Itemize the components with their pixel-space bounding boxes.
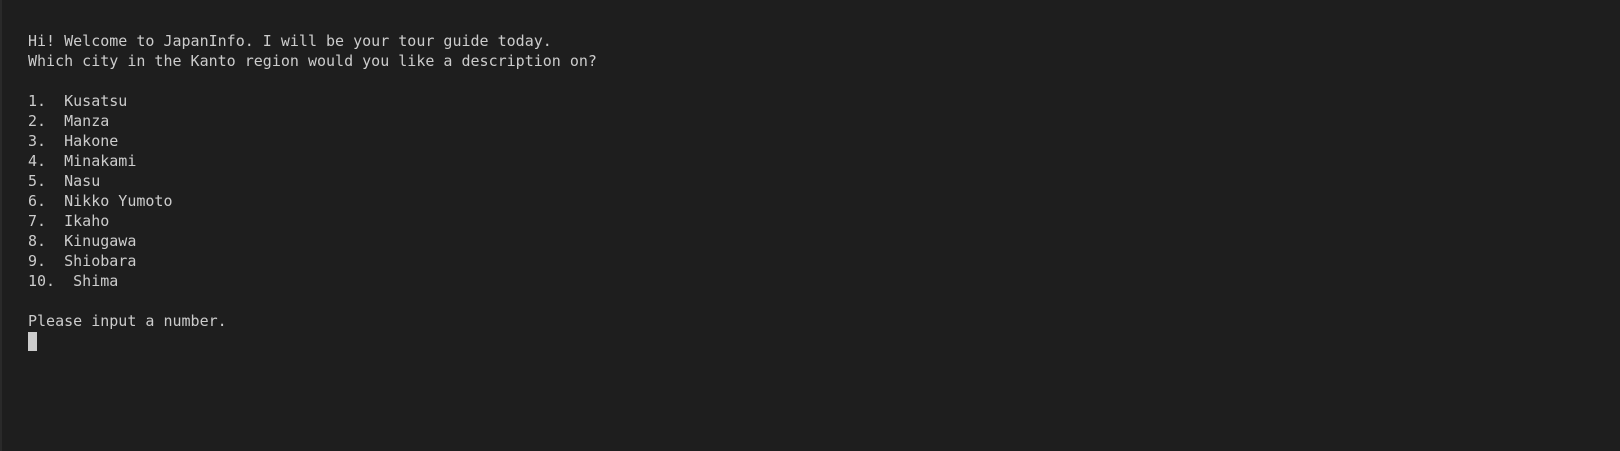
terminal-left-edge (0, 0, 2, 451)
text-cursor[interactable] (28, 332, 37, 351)
menu-item: 5. Nasu (28, 171, 1620, 191)
menu-item-city: Nasu (64, 172, 101, 190)
menu-item: 4. Minakami (28, 151, 1620, 171)
menu-item-separator (46, 132, 64, 150)
menu-item: 10. Shima (28, 271, 1620, 291)
menu-item-number: 10. (28, 272, 56, 290)
menu-item-number: 9. (28, 252, 47, 270)
menu-item-number: 5. (28, 172, 47, 190)
menu-item: 2. Manza (28, 111, 1620, 131)
menu-item-number: 4. (28, 152, 47, 170)
menu-item-number: 3. (28, 132, 47, 150)
menu-item: 7. Ikaho (28, 211, 1620, 231)
city-menu: 1. Kusatsu 2. Manza 3. Hakone 4. Minakam… (28, 91, 1620, 291)
menu-item-separator (46, 212, 64, 230)
menu-item-city: Ikaho (64, 212, 110, 230)
menu-item-number: 7. (28, 212, 47, 230)
question-text: Which city in the Kanto region would you… (28, 52, 597, 70)
terminal-window[interactable]: Hi! Welcome to JapanInfo. I will be your… (0, 0, 1620, 451)
menu-item-city: Kusatsu (64, 92, 128, 110)
menu-item-city: Shiobara (64, 252, 137, 270)
greeting-text: Hi! Welcome to JapanInfo. I will be your… (28, 32, 552, 50)
input-prompt: Please input a number. (28, 312, 227, 330)
menu-item-city: Manza (64, 112, 110, 130)
menu-item-separator (55, 272, 73, 290)
menu-item-city: Shima (73, 272, 119, 290)
input-line[interactable] (28, 331, 1620, 351)
menu-item-separator (46, 252, 64, 270)
menu-item: 1. Kusatsu (28, 91, 1620, 111)
menu-item-separator (46, 152, 64, 170)
menu-item-separator (46, 192, 64, 210)
menu-item-city: Hakone (64, 132, 119, 150)
menu-item-number: 6. (28, 192, 47, 210)
menu-item-separator (46, 232, 64, 250)
menu-item-separator (46, 92, 64, 110)
menu-item-city: Nikko Yumoto (64, 192, 173, 210)
menu-item: 9. Shiobara (28, 251, 1620, 271)
menu-item: 3. Hakone (28, 131, 1620, 151)
menu-item-number: 1. (28, 92, 47, 110)
menu-item: 6. Nikko Yumoto (28, 191, 1620, 211)
menu-item: 8. Kinugawa (28, 231, 1620, 251)
menu-item-separator (46, 112, 64, 130)
menu-item-city: Kinugawa (64, 232, 137, 250)
menu-item-number: 2. (28, 112, 47, 130)
menu-item-number: 8. (28, 232, 47, 250)
menu-item-city: Minakami (64, 152, 137, 170)
menu-item-separator (46, 172, 64, 190)
